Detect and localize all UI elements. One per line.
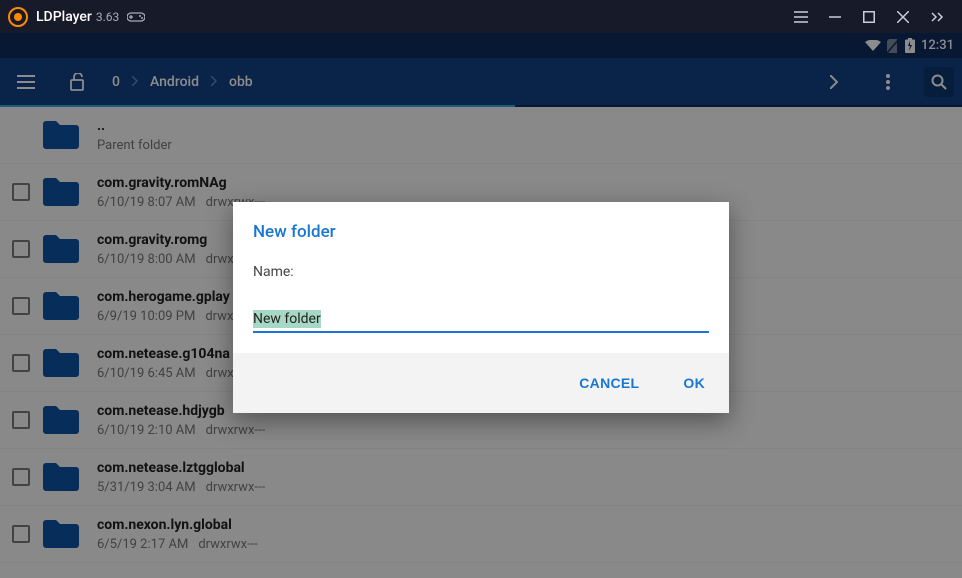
dialog-title: New folder	[233, 202, 729, 254]
window-expand-sidebar-button[interactable]	[920, 0, 954, 33]
window-maximize-button[interactable]	[852, 0, 886, 33]
app-version: 3.63	[96, 10, 119, 24]
new-folder-dialog: New folder Name: New folder CANCEL OK	[233, 202, 729, 413]
ok-button[interactable]: OK	[675, 365, 713, 401]
name-label: Name:	[253, 264, 709, 280]
cancel-button[interactable]: CANCEL	[571, 365, 647, 401]
window-close-button[interactable]	[886, 0, 920, 33]
app-logo-icon	[8, 7, 28, 27]
window-menu-button[interactable]	[784, 0, 818, 33]
folder-name-input[interactable]: New folder	[253, 308, 709, 333]
app-name: LDPlayer	[36, 9, 92, 25]
window-titlebar: LDPlayer 3.63	[0, 0, 962, 33]
gamepad-icon	[127, 11, 145, 23]
input-value-selected: New folder	[253, 310, 321, 328]
window-minimize-button[interactable]	[818, 0, 852, 33]
